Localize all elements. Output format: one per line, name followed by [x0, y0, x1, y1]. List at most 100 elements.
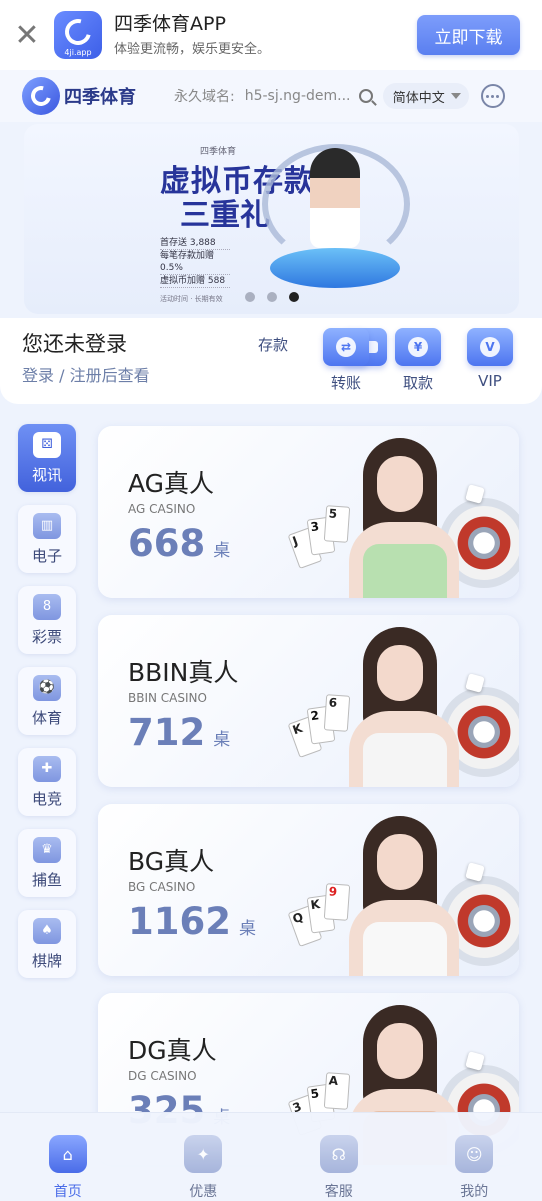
chat-icon[interactable]	[480, 84, 505, 108]
table-count-unit: 桌	[238, 919, 256, 939]
table-count-value: 668	[128, 522, 206, 565]
category-tab-5[interactable]: ♛ 捕鱼	[18, 829, 76, 897]
transfer-icon-glyph: ⇄	[336, 337, 356, 357]
quick-action-withdraw[interactable]: ¥ 取款	[388, 328, 448, 393]
app-title: 四季体育APP	[114, 13, 226, 35]
nav-tab-headset[interactable]: ☊ 客服	[271, 1113, 407, 1201]
table-count-unit: 桌	[213, 730, 231, 750]
carousel-dots	[245, 292, 299, 302]
game-name: AG真人	[128, 469, 215, 498]
nav-tab-label: 客服	[324, 1184, 353, 1200]
nav-tab-home[interactable]: ⌂ 首页	[0, 1113, 136, 1201]
nav-tab-label: 我的	[460, 1184, 489, 1200]
vip-icon-glyph: V	[480, 337, 500, 357]
brand-logo-icon	[22, 77, 60, 115]
quick-action-card[interactable]: 存款	[243, 328, 387, 366]
playing-cards-icon: K26	[287, 694, 363, 761]
table-count: 712 桌	[128, 711, 230, 754]
dealer-illustration: J35	[269, 426, 519, 598]
nav-tab-label: 优惠	[189, 1184, 218, 1200]
dice-icon: ⚄	[33, 431, 61, 458]
game-name: BG真人	[128, 847, 215, 876]
dealer-illustration: QK9	[269, 804, 519, 976]
carousel-dot[interactable]	[245, 292, 255, 302]
login-status: 您还未登录	[22, 332, 127, 356]
dealer-illustration: K26	[269, 615, 519, 787]
quick-action-label: 存款	[257, 336, 288, 354]
nav-tab-label: 首页	[53, 1184, 82, 1200]
app-subtitle: 体验更流畅，娱乐更安全。	[114, 42, 271, 57]
game-card[interactable]: BBIN真人 BBIN CASINO 712 桌 K 2 6	[98, 615, 519, 787]
game-name: DG真人	[128, 1036, 217, 1065]
table-count-value: 1162	[128, 900, 231, 943]
language-label: 简体中文	[392, 90, 445, 106]
spade-card-icon: ♠	[33, 917, 61, 944]
brand[interactable]: 四季体育	[22, 77, 136, 115]
category-tab-1[interactable]: ▥ 电子	[18, 505, 76, 573]
game-card[interactable]: BG真人 BG CASINO 1162 桌 Q K 9	[98, 804, 519, 976]
headset-icon: ☊	[319, 1135, 358, 1173]
category-tab-3[interactable]: ⚽ 体育	[18, 667, 76, 735]
table-count-unit: 桌	[213, 541, 231, 561]
quick-action-label: VIP	[478, 372, 502, 390]
category-tab-4[interactable]: ✚ 电竞	[18, 748, 76, 816]
quick-action-label: 取款	[402, 374, 433, 392]
download-button[interactable]: 立即下载	[417, 15, 520, 55]
close-icon[interactable]: ✕	[0, 0, 54, 70]
playing-card: 5	[323, 505, 351, 543]
category-tab-0[interactable]: ⚄ 视讯	[18, 424, 76, 492]
category-sidebar: ⚄ 视讯 ▥ 电子 8 彩票 ⚽ 体育 ✚ 电竞 ♛ 捕鱼 ♠ 棋牌	[18, 424, 78, 991]
quick-action-transfer[interactable]: ⇄ 转账	[316, 328, 376, 393]
category-label: 电竞	[31, 789, 62, 808]
domain-label: 永久域名:	[174, 89, 235, 105]
game-english-name: BG CASINO	[128, 880, 196, 894]
brand-name: 四季体育	[64, 87, 136, 108]
carousel-dot[interactable]	[267, 292, 277, 302]
table-count: 1162 桌	[128, 900, 256, 943]
game-english-name: BBIN CASINO	[128, 691, 207, 705]
category-label: 捕鱼	[31, 870, 62, 889]
user-panel: 您还未登录 登录 / 注册后查看 存款 ⇄ 转账 ¥ 取款 V VIP	[0, 318, 542, 404]
login-register-link[interactable]: 登录 / 注册后查看	[22, 362, 150, 386]
game-english-name: DG CASINO	[128, 1069, 197, 1083]
domain-value: h5-sj.ng-dem...	[244, 88, 351, 104]
banner-line-2: 每笔存款加赠 0.5%	[160, 250, 230, 275]
slot-icon: ▥	[33, 512, 61, 539]
game-card[interactable]: AG真人 AG CASINO 668 桌 J 3 5	[98, 426, 519, 598]
banner-line-3: 虚拟币加赠 588	[160, 275, 230, 288]
promo-banner[interactable]: 四季体育 虚拟币存款 三重礼 首存送 3,888 每笔存款加赠 0.5% 虚拟币…	[24, 124, 519, 314]
category-label: 体育	[31, 708, 62, 727]
nav-tab-gift[interactable]: ✦ 优惠	[136, 1113, 272, 1201]
dealer-image	[349, 438, 459, 598]
playing-card: 9	[323, 883, 351, 921]
game-english-name: AG CASINO	[128, 502, 196, 516]
bottom-nav: ⌂ 首页 ✦ 优惠 ☊ 客服 ☺ 我的	[0, 1112, 542, 1201]
language-select[interactable]: 简体中文	[382, 83, 469, 109]
vip-icon: V	[467, 328, 513, 366]
table-count: 668 桌	[128, 522, 230, 565]
category-label: 视讯	[31, 465, 62, 484]
crown-icon: ♛	[33, 836, 61, 863]
playing-cards-icon: J35	[287, 505, 363, 572]
category-label: 彩票	[31, 627, 62, 646]
playing-cards-icon: QK9	[287, 883, 363, 950]
category-label: 棋牌	[31, 951, 62, 970]
withdraw-icon: ¥	[395, 328, 441, 366]
table-count-value: 712	[128, 711, 206, 754]
permanent-domain: 永久域名: h5-sj.ng-dem...	[174, 86, 373, 106]
download-text: 四季体育APP 体验更流畅，娱乐更安全。	[114, 13, 417, 57]
category-tab-2[interactable]: 8 彩票	[18, 586, 76, 654]
category-label: 电子	[31, 546, 62, 565]
banner-illustration	[262, 134, 410, 296]
search-icon[interactable]	[358, 89, 373, 103]
category-tab-6[interactable]: ♠ 棋牌	[18, 910, 76, 978]
caret-down-icon	[450, 93, 461, 99]
playing-card: A	[323, 1072, 351, 1110]
quick-action-vip[interactable]: V VIP	[460, 328, 520, 390]
game-name: BBIN真人	[128, 658, 239, 687]
dealer-image	[349, 627, 459, 787]
site-header: 四季体育 永久域名: h5-sj.ng-dem... 简体中文	[0, 70, 542, 122]
carousel-dot[interactable]	[289, 292, 299, 302]
nav-tab-user[interactable]: ☺ 我的	[407, 1113, 542, 1201]
lottery-ball-icon: 8	[33, 593, 61, 620]
